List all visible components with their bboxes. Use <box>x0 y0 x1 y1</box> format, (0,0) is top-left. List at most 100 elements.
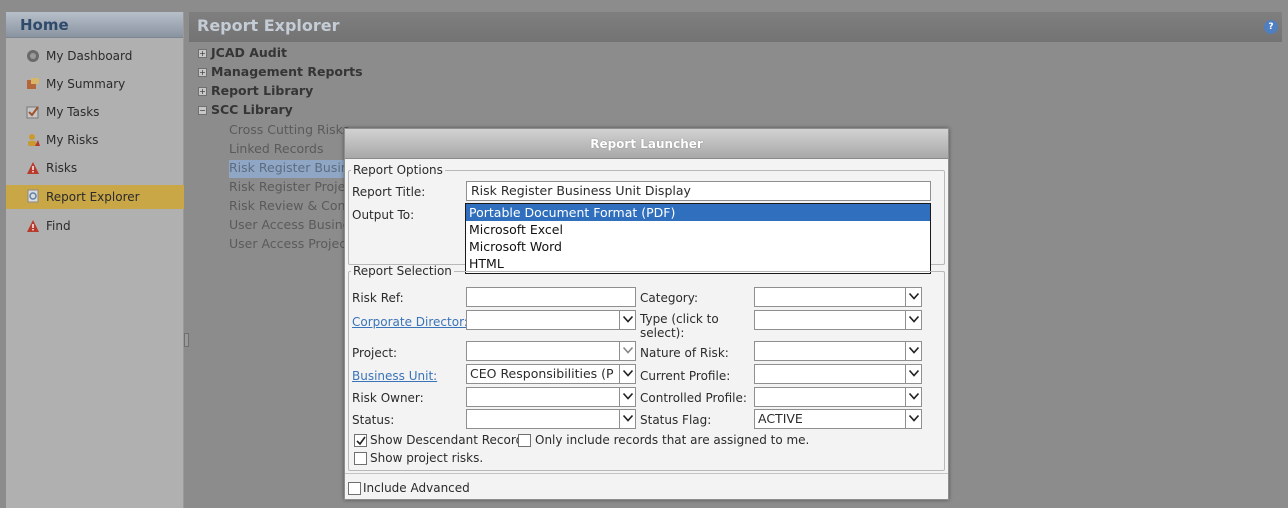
tree-item-report[interactable]: Risk Review & Contro <box>229 198 363 216</box>
nav-item-my-dashboard[interactable]: My Dashboard <box>6 45 184 67</box>
type-label-line: Type (click to <box>640 312 719 326</box>
type-label: Type (click to select): <box>640 312 719 340</box>
show-descendant-checkbox[interactable] <box>354 434 367 447</box>
chevron-down-icon[interactable] <box>619 410 635 428</box>
show-project-risks-checkbox[interactable] <box>354 452 367 465</box>
nav-label: Risks <box>46 161 78 175</box>
nav-label: My Tasks <box>46 105 100 119</box>
output-to-label: Output To: <box>352 208 415 222</box>
summary-icon <box>27 78 39 89</box>
chevron-down-icon[interactable] <box>905 388 921 406</box>
tree-node-report-library[interactable]: + Report Library <box>198 83 313 101</box>
include-advanced-label: Include Advanced <box>363 481 470 495</box>
nature-of-risk-select[interactable] <box>754 341 922 361</box>
nav-label: My Dashboard <box>46 49 133 63</box>
output-option-excel[interactable]: Microsoft Excel <box>466 221 930 238</box>
project-label: Project: <box>352 346 398 360</box>
home-panel-header: Home <box>6 12 183 38</box>
business-unit-link[interactable]: Business Unit: <box>352 369 437 383</box>
project-select[interactable] <box>466 341 636 361</box>
controlled-profile-label: Controlled Profile: <box>640 391 747 405</box>
expand-icon[interactable]: + <box>198 87 207 96</box>
chevron-down-icon[interactable] <box>905 342 921 360</box>
tree-node-label: SCC Library <box>211 102 293 117</box>
page-title: Report Explorer <box>197 16 340 35</box>
tree-node-scc-library[interactable]: − SCC Library <box>198 102 293 120</box>
nav-label: Find <box>46 219 71 233</box>
tree-item-report[interactable]: Linked Records <box>229 141 323 159</box>
status-flag-value: ACTIVE <box>758 411 803 426</box>
status-select[interactable] <box>466 409 636 429</box>
collapse-icon[interactable]: − <box>198 106 207 115</box>
tree-item-report[interactable]: Cross Cutting Risks <box>229 122 349 140</box>
tree-node-jcad-audit[interactable]: + JCAD Audit <box>198 45 287 63</box>
home-panel: Home My Dashboard My Summary My Tasks My… <box>6 12 184 508</box>
status-flag-select[interactable]: ACTIVE <box>754 409 922 429</box>
chevron-down-icon[interactable] <box>905 410 921 428</box>
tree-node-label: Report Library <box>211 83 314 98</box>
chevron-down-icon[interactable] <box>905 288 921 306</box>
help-icon[interactable]: ? <box>1264 20 1278 34</box>
nav-item-my-tasks[interactable]: My Tasks <box>6 101 184 123</box>
divider <box>345 473 948 474</box>
nav-item-risks[interactable]: Risks <box>6 157 184 179</box>
nav-item-find[interactable]: Find <box>6 215 184 237</box>
tasks-icon <box>26 106 39 119</box>
report-selection-legend: Report Selection <box>353 264 452 278</box>
only-assigned-label: Only include records that are assigned t… <box>535 433 810 447</box>
find-warning-icon <box>27 220 39 232</box>
dialog-title: Report Launcher <box>345 129 948 159</box>
expand-icon[interactable]: + <box>198 49 207 58</box>
show-descendant-label: Show Descendant Records <box>370 433 530 447</box>
expand-icon[interactable]: + <box>198 68 207 77</box>
corporate-director-select[interactable] <box>466 310 636 330</box>
risk-owner-select[interactable] <box>466 387 636 407</box>
chevron-down-icon[interactable] <box>905 311 921 329</box>
chevron-down-icon[interactable] <box>619 311 635 329</box>
chevron-down-icon[interactable] <box>619 388 635 406</box>
nav-item-my-risks[interactable]: My Risks <box>6 129 184 151</box>
report-explorer-header: Report Explorer ? <box>189 12 1282 42</box>
controlled-profile-select[interactable] <box>754 387 922 407</box>
include-advanced-checkbox[interactable] <box>348 482 361 495</box>
category-select[interactable] <box>754 287 922 307</box>
tree-node-label: JCAD Audit <box>211 45 288 60</box>
nav-label: My Risks <box>46 133 99 147</box>
show-project-risks-label: Show project risks. <box>370 451 484 465</box>
report-title-label: Report Title: <box>352 185 426 199</box>
business-unit-value: CEO Responsibilities (P Fla <box>470 366 618 381</box>
nav-label: My Summary <box>46 77 126 91</box>
type-label-line: select): <box>640 326 685 340</box>
chevron-down-icon[interactable] <box>619 365 635 383</box>
nav-label: Report Explorer <box>46 190 140 204</box>
output-option-word[interactable]: Microsoft Word <box>466 238 930 255</box>
user-risks-icon <box>28 134 40 146</box>
category-label: Category: <box>640 291 698 305</box>
report-explorer-icon <box>27 189 39 203</box>
tree-node-management-reports[interactable]: + Management Reports <box>198 64 363 82</box>
checkmark-icon <box>356 436 366 446</box>
output-option-pdf[interactable]: Portable Document Format (PDF) <box>466 204 930 221</box>
dashboard-icon <box>27 50 39 62</box>
type-select[interactable] <box>754 310 922 330</box>
report-title-input[interactable]: Risk Register Business Unit Display <box>466 181 931 201</box>
report-launcher-dialog: Report Launcher Report Options Report Ti… <box>344 128 949 500</box>
business-unit-select[interactable]: CEO Responsibilities (P Fla <box>466 364 636 384</box>
nav-item-report-explorer[interactable]: Report Explorer <box>6 185 184 209</box>
risk-ref-label: Risk Ref: <box>352 291 404 305</box>
home-title: Home <box>20 16 69 34</box>
corporate-director-link[interactable]: Corporate Director: <box>352 315 468 329</box>
tree-node-label: Management Reports <box>211 64 363 79</box>
risk-ref-input[interactable] <box>466 287 636 307</box>
current-profile-select[interactable] <box>754 364 922 384</box>
warning-icon <box>27 162 39 174</box>
chevron-down-icon[interactable] <box>905 365 921 383</box>
nav-item-my-summary[interactable]: My Summary <box>6 73 184 95</box>
report-options-legend: Report Options <box>353 163 443 177</box>
panel-splitter-handle[interactable] <box>184 333 189 347</box>
status-label: Status: <box>352 413 395 427</box>
status-flag-label: Status Flag: <box>640 413 712 427</box>
chevron-down-icon[interactable] <box>619 342 635 360</box>
current-profile-label: Current Profile: <box>640 369 731 383</box>
only-assigned-checkbox[interactable] <box>518 434 531 447</box>
